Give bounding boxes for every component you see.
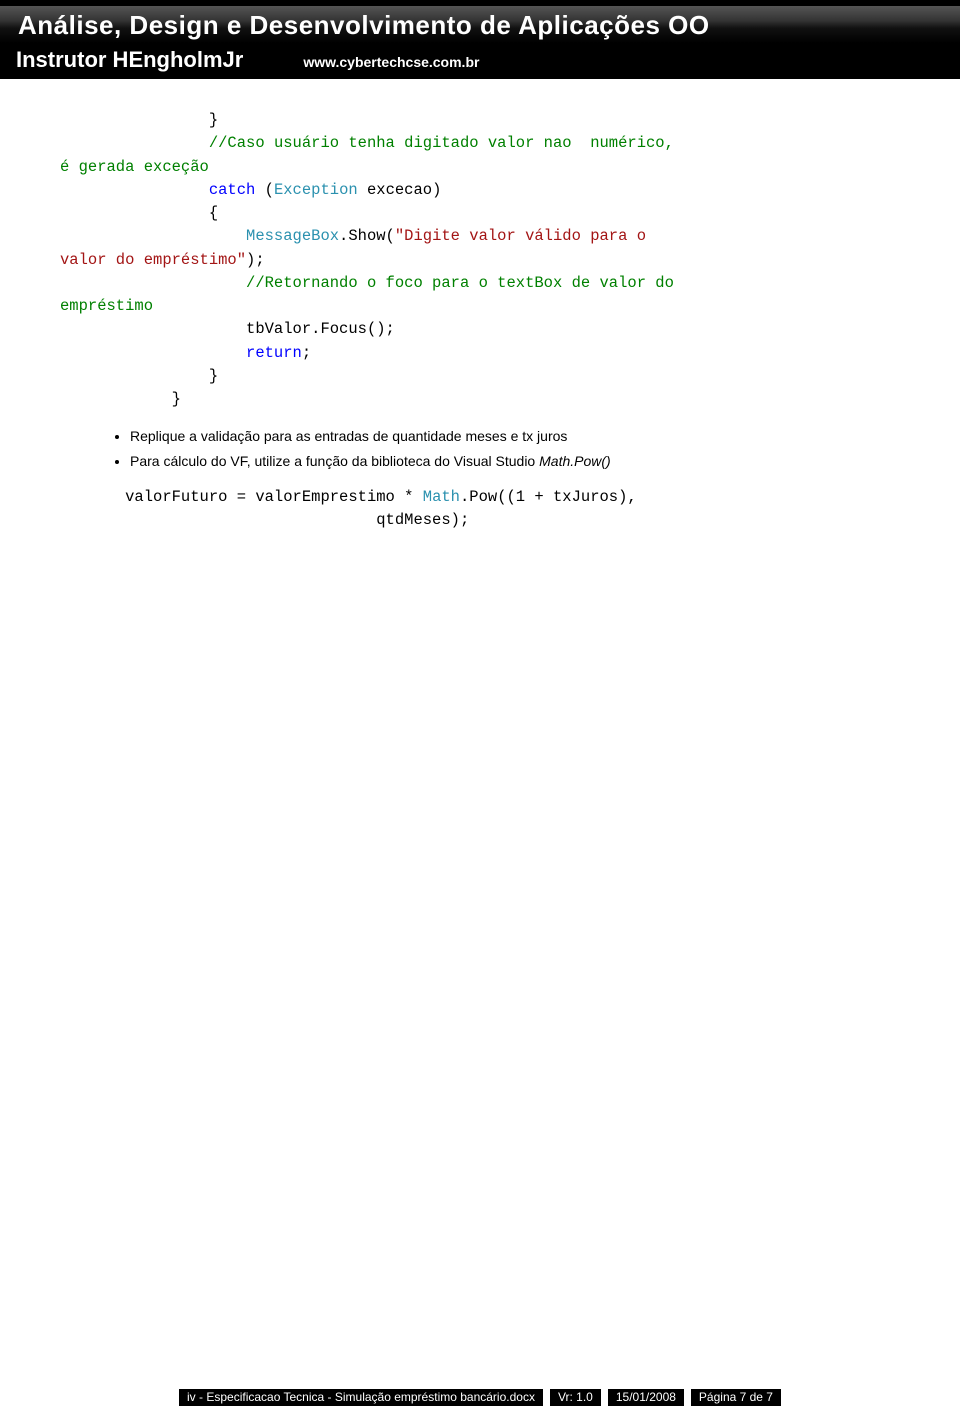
code-indent — [60, 344, 246, 362]
code-comment: empréstimo — [60, 297, 153, 315]
code-text: ( — [255, 181, 274, 199]
code-indent — [60, 181, 209, 199]
code-line: } — [60, 111, 218, 129]
code-string: "Digite valor válido para o — [395, 227, 655, 245]
code-string: valor do empréstimo" — [60, 251, 246, 269]
document-footer: iv - Especificacao Tecnica - Simulação e… — [0, 1389, 960, 1406]
bullet-list: Replique a validação para as entradas de… — [130, 425, 900, 472]
code-block-2: valorFuturo = valorEmprestimo * Math.Pow… — [60, 486, 900, 533]
code-block-1: } //Caso usuário tenha digitado valor na… — [60, 109, 900, 411]
code-comment: //Caso usuário tenha digitado valor nao … — [209, 134, 683, 152]
code-keyword: catch — [209, 181, 256, 199]
footer-filename: iv - Especificacao Tecnica - Simulação e… — [179, 1389, 543, 1406]
code-text: ); — [246, 251, 265, 269]
code-text: excecao) — [358, 181, 442, 199]
list-item-text: Para cálculo do VF, utilize a função da … — [130, 453, 539, 469]
list-item-emphasis: Math.Pow() — [539, 453, 611, 469]
list-item: Para cálculo do VF, utilize a função da … — [130, 450, 900, 472]
code-type: Exception — [274, 181, 358, 199]
code-indent — [60, 227, 246, 245]
code-type: Math — [423, 488, 460, 506]
code-type: MessageBox — [246, 227, 339, 245]
code-comment: //Retornando o foco para o textBox de va… — [246, 274, 683, 292]
code-indent — [60, 134, 209, 152]
document-header: Análise, Design e Desenvolvimento de Apl… — [0, 0, 960, 79]
code-keyword: return — [246, 344, 302, 362]
header-instructor: Instrutor HEngholmJr — [16, 47, 243, 73]
code-line: qtdMeses); — [60, 511, 469, 529]
list-item-text: Replique a validação para as entradas de… — [130, 428, 567, 444]
header-title: Análise, Design e Desenvolvimento de Apl… — [0, 6, 960, 43]
document-body: } //Caso usuário tenha digitado valor na… — [0, 79, 960, 533]
code-comment: é gerada exceção — [60, 158, 209, 176]
code-text: ; — [302, 344, 311, 362]
code-line: tbValor.Focus(); — [60, 320, 395, 338]
header-url: www.cybertechcse.com.br — [303, 54, 479, 70]
code-indent — [60, 274, 246, 292]
code-line: { — [60, 204, 218, 222]
footer-date: 15/01/2008 — [608, 1389, 684, 1406]
footer-version: Vr: 1.0 — [550, 1389, 601, 1406]
header-subbar: Instrutor HEngholmJr www.cybertechcse.co… — [0, 43, 960, 79]
code-text: valorFuturo = valorEmprestimo * — [60, 488, 423, 506]
code-line: } — [60, 390, 181, 408]
code-text: .Show( — [339, 227, 395, 245]
footer-page: Página 7 de 7 — [691, 1389, 781, 1406]
list-item: Replique a validação para as entradas de… — [130, 425, 900, 447]
code-text: .Pow((1 + txJuros), — [460, 488, 646, 506]
code-line: } — [60, 367, 218, 385]
